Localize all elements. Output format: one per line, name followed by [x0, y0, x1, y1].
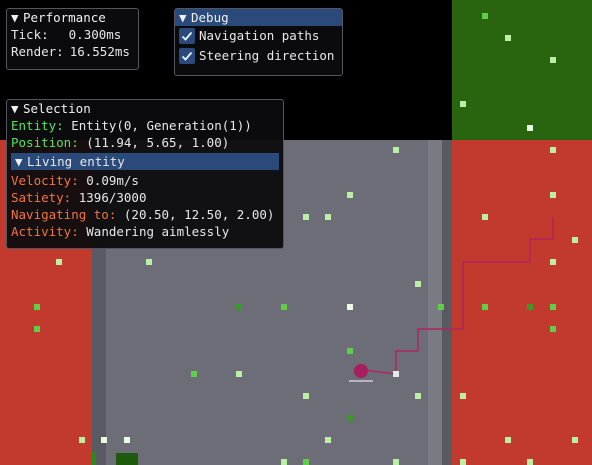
resource-marker: [347, 415, 353, 421]
resource-marker: [438, 304, 444, 310]
resource-marker: [550, 259, 556, 265]
resource-marker: [303, 214, 309, 220]
resource-marker: [191, 371, 197, 377]
resource-marker: [101, 437, 107, 443]
collapse-arrow-icon[interactable]: ▼: [11, 100, 23, 117]
path-target-marker: [393, 371, 399, 377]
resource-marker: [550, 147, 556, 153]
resource-marker: [393, 459, 399, 465]
resource-marker: [415, 281, 421, 287]
resource-marker: [303, 459, 309, 465]
selected-agent[interactable]: [354, 364, 368, 378]
resource-marker: [482, 304, 488, 310]
resource-marker: [527, 125, 533, 131]
position-value: (11.94, 5.65, 1.00): [86, 135, 230, 150]
resource-marker: [347, 192, 353, 198]
navigating-row: Navigating to: (20.50, 12.50, 2.00): [7, 206, 283, 223]
entity-value: Entity(0, Generation(1)): [71, 118, 252, 133]
resource-marker: [550, 326, 556, 332]
performance-window[interactable]: ▼ Performance Tick: 0.300ms Render: 16.552m…: [6, 8, 139, 70]
performance-title: Performance: [23, 10, 106, 25]
resource-marker: [281, 459, 287, 465]
tick-label: Tick:: [11, 27, 49, 42]
resource-marker: [236, 304, 242, 310]
resource-marker: [303, 393, 309, 399]
navigating-value: (20.50, 12.50, 2.00): [123, 207, 275, 222]
activity-label: Activity:: [11, 224, 79, 239]
resource-marker: [347, 304, 353, 310]
debug-option-label: Steering direction: [199, 48, 335, 63]
debug-window[interactable]: ▼ Debug Navigation paths Steering directi…: [174, 8, 343, 76]
grass-patch: [116, 453, 138, 465]
resource-marker: [325, 437, 331, 443]
resource-marker: [347, 348, 353, 354]
debug-option-navigation-paths[interactable]: Navigation paths: [175, 26, 342, 46]
tick-value: 0.300ms: [68, 27, 122, 42]
tick-row: Tick: 0.300ms: [7, 26, 138, 43]
debug-option-label: Navigation paths: [199, 28, 320, 43]
resource-marker: [527, 459, 533, 465]
collapse-arrow-icon[interactable]: ▼: [179, 9, 191, 26]
render-row: Render: 16.552ms: [7, 43, 138, 60]
collapse-arrow-icon[interactable]: ▼: [11, 9, 23, 26]
resource-marker: [572, 437, 578, 443]
debug-title-bar[interactable]: ▼ Debug: [175, 9, 342, 26]
entity-row: Entity: Entity(0, Generation(1)): [7, 117, 283, 134]
resource-marker: [460, 459, 466, 465]
resource-marker: [236, 371, 242, 377]
resource-marker: [550, 57, 556, 63]
resource-marker: [415, 393, 421, 399]
activity-row: Activity: Wandering aimlessly: [7, 223, 283, 240]
resource-marker: [550, 192, 556, 198]
selection-title-bar[interactable]: ▼ Selection: [7, 100, 283, 117]
resource-marker: [460, 393, 466, 399]
resource-marker: [482, 214, 488, 220]
resource-marker: [281, 304, 287, 310]
grass-patch: [92, 452, 96, 465]
navigating-label: Navigating to:: [11, 207, 117, 222]
debug-option-steering-direction[interactable]: Steering direction: [175, 46, 342, 66]
satiety-row: Satiety: 1396/3000: [7, 189, 283, 206]
entity-label: Entity:: [11, 118, 64, 133]
resource-marker: [34, 326, 40, 332]
resource-marker: [505, 35, 511, 41]
velocity-label: Velocity:: [11, 173, 79, 188]
resource-marker: [325, 214, 331, 220]
position-row: Position: (11.94, 5.65, 1.00): [7, 134, 283, 151]
position-label: Position:: [11, 135, 79, 150]
resource-marker: [146, 259, 152, 265]
resource-marker: [79, 437, 85, 443]
resource-marker: [482, 13, 488, 19]
living-entity-title: Living entity: [27, 154, 125, 169]
resource-marker: [124, 437, 130, 443]
render-label: Render:: [11, 44, 64, 59]
living-entity-header[interactable]: ▼ Living entity: [11, 153, 279, 170]
satiety-value: 1396/3000: [78, 190, 147, 205]
debug-title: Debug: [191, 10, 229, 25]
performance-title-bar[interactable]: ▼ Performance: [7, 9, 138, 26]
resource-marker: [550, 304, 556, 310]
velocity-row: Velocity: 0.09m/s: [7, 172, 283, 189]
velocity-value: 0.09m/s: [86, 173, 139, 188]
resource-marker: [505, 437, 511, 443]
resource-marker: [393, 147, 399, 153]
checkbox-navigation-paths[interactable]: [179, 27, 195, 44]
resource-marker: [527, 304, 533, 310]
activity-value: Wandering aimlessly: [86, 224, 230, 239]
red-zone-right: [452, 140, 592, 465]
resource-marker: [34, 304, 40, 310]
selection-title: Selection: [23, 101, 91, 116]
checkmark-icon: [181, 31, 193, 41]
collapse-arrow-icon[interactable]: ▼: [15, 153, 27, 170]
resource-marker: [56, 259, 62, 265]
render-value: 16.552ms: [69, 44, 130, 59]
selection-window[interactable]: ▼ Selection Entity: Entity(0, Generation(…: [6, 99, 284, 249]
grass-block: [452, 0, 592, 140]
checkmark-icon: [181, 51, 193, 61]
satiety-label: Satiety:: [11, 190, 72, 205]
resource-marker: [460, 101, 466, 107]
checkbox-steering-direction[interactable]: [179, 47, 195, 64]
resource-marker: [572, 237, 578, 243]
